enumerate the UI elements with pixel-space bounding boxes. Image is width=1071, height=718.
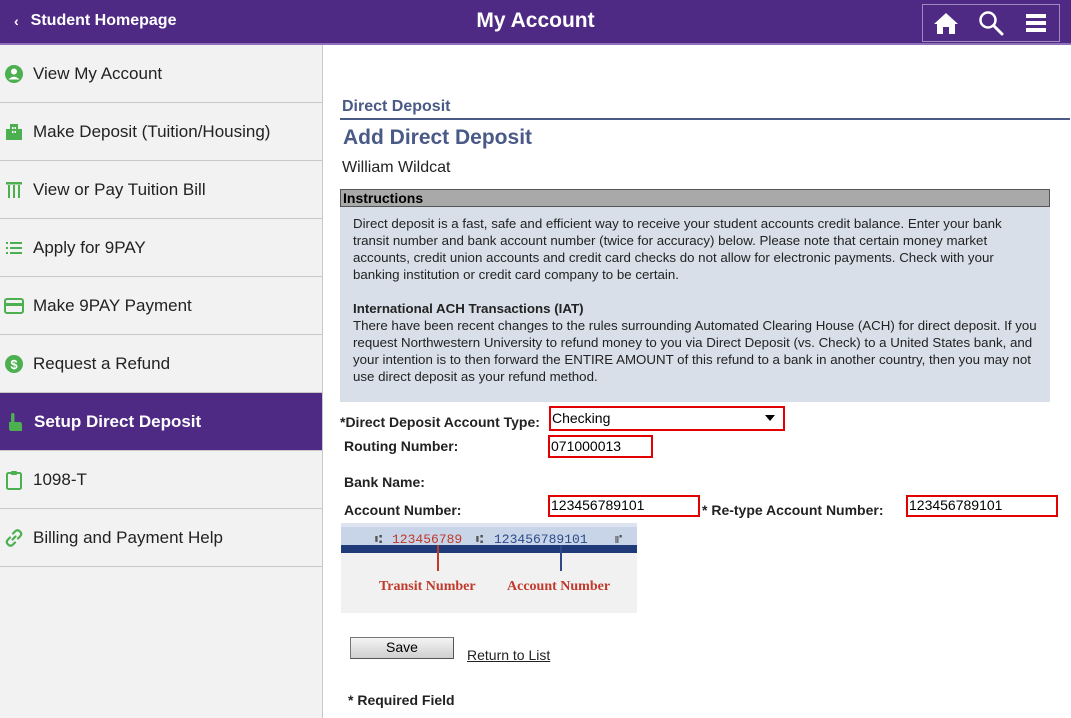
account-number-label: Account Number: xyxy=(344,502,462,518)
iat-paragraph: There have been recent changes to the ru… xyxy=(353,318,1037,384)
section-title: Direct Deposit xyxy=(342,98,451,115)
home-button[interactable] xyxy=(923,5,968,41)
instructions-heading: Instructions xyxy=(340,189,1050,207)
sidebar-item-label: Apply for 9PAY xyxy=(33,237,146,257)
top-header: ‹ Student Homepage My Account xyxy=(0,0,1071,45)
instructions-panel: Direct deposit is a fast, safe and effic… xyxy=(340,207,1050,402)
page-title: Add Direct Deposit xyxy=(343,126,533,149)
sidebar-item-setup-direct-deposit[interactable]: Setup Direct Deposit xyxy=(0,393,322,451)
sidebar-nav: View My Account Make Deposit (Tuition/Ho… xyxy=(0,45,323,718)
required-field-note: * Required Field xyxy=(348,692,455,708)
header-actions xyxy=(922,4,1060,42)
menu-button[interactable] xyxy=(1014,5,1059,41)
sidebar-item-1098t[interactable]: 1098-T xyxy=(0,451,322,509)
account-type-label: *Direct Deposit Account Type: xyxy=(340,414,540,430)
list-icon xyxy=(4,238,24,258)
credit-card-icon xyxy=(4,296,24,316)
search-button[interactable] xyxy=(968,5,1013,41)
sidebar-item-label: Setup Direct Deposit xyxy=(34,411,202,431)
account-number-caption: Account Number xyxy=(507,579,610,594)
home-icon xyxy=(933,13,958,34)
sidebar-item-label: Make Deposit (Tuition/Housing) xyxy=(33,121,271,141)
user-circle-icon xyxy=(4,64,24,84)
transit-digits: 123456789 xyxy=(392,532,462,547)
sidebar-item-label: Billing and Payment Help xyxy=(33,527,223,547)
check-routing-illustration: ⑆ 123456789 ⑆ 123456789101 ⑈ Transit Num… xyxy=(341,523,637,621)
sidebar-item-label: Request a Refund xyxy=(33,353,171,373)
svg-text:$: $ xyxy=(10,357,18,372)
clipboard-icon xyxy=(4,470,24,490)
save-button[interactable]: Save xyxy=(350,637,454,659)
main-content: Direct Deposit Add Direct Deposit Willia… xyxy=(324,45,1071,718)
columns-icon xyxy=(4,180,24,200)
hand-pointer-icon xyxy=(5,412,25,432)
sidebar-item-make-deposit[interactable]: Make Deposit (Tuition/Housing) xyxy=(0,103,322,161)
retype-account-number-input[interactable]: 123456789101 xyxy=(906,495,1058,517)
sidebar-item-apply-9pay[interactable]: Apply for 9PAY xyxy=(0,219,322,277)
sidebar-item-view-my-account[interactable]: View My Account xyxy=(0,45,322,103)
dollar-circle-icon: $ xyxy=(4,354,24,374)
sidebar-item-request-refund[interactable]: $ Request a Refund xyxy=(0,335,322,393)
svg-text:⑆: ⑆ xyxy=(476,533,483,547)
chevron-down-icon xyxy=(765,415,775,421)
page-header-title: My Account xyxy=(476,9,595,32)
iat-heading: International ACH Transactions (IAT) xyxy=(353,301,584,316)
student-name: William Wildcat xyxy=(342,159,451,176)
account-number-input[interactable]: 123456789101 xyxy=(548,495,700,517)
building-icon xyxy=(4,122,24,142)
section-divider xyxy=(340,118,1070,120)
sidebar-item-make-9pay-payment[interactable]: Make 9PAY Payment xyxy=(0,277,322,335)
sidebar-item-label: View My Account xyxy=(33,63,163,83)
sidebar-item-label: Make 9PAY Payment xyxy=(33,295,192,315)
menu-icon xyxy=(1026,14,1047,32)
svg-text:⑈: ⑈ xyxy=(615,533,622,547)
routing-number-input[interactable]: 071000013 xyxy=(548,435,653,458)
link-icon xyxy=(4,528,24,548)
account-type-select[interactable]: Checking xyxy=(549,406,785,431)
bank-name-label: Bank Name: xyxy=(344,474,425,490)
search-icon xyxy=(979,11,1004,36)
account-type-value: Checking xyxy=(552,410,611,426)
svg-text:⑆: ⑆ xyxy=(375,533,382,547)
return-to-list-link[interactable]: Return to List xyxy=(467,647,550,663)
instructions-paragraph: Direct deposit is a fast, safe and effic… xyxy=(353,216,1002,282)
routing-number-label: Routing Number: xyxy=(344,438,459,454)
account-digits: 123456789101 xyxy=(494,532,588,547)
sidebar-item-view-pay-tuition[interactable]: View or Pay Tuition Bill xyxy=(0,161,322,219)
sidebar-item-label: View or Pay Tuition Bill xyxy=(33,179,206,199)
transit-number-caption: Transit Number xyxy=(379,579,476,594)
retype-account-number-label: * Re-type Account Number: xyxy=(702,502,884,518)
sidebar-item-label: 1098-T xyxy=(33,469,87,489)
sidebar-item-billing-help[interactable]: Billing and Payment Help xyxy=(0,509,322,567)
